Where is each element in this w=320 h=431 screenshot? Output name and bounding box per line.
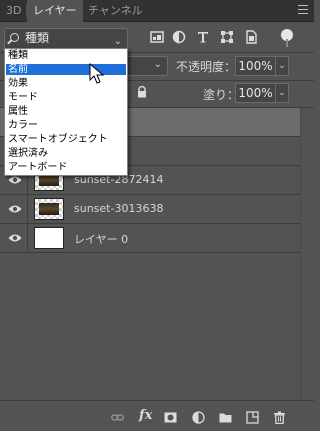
new-layer-icon[interactable] — [246, 411, 259, 424]
dropdown-item-effect[interactable]: 効果 — [6, 78, 126, 89]
pixel-layer-filter-icon[interactable] — [150, 30, 164, 44]
link-layers-icon[interactable] — [111, 411, 124, 424]
layer-name[interactable]: レイヤー 0 — [74, 231, 128, 247]
layers-scrollbar[interactable] — [300, 108, 314, 400]
dropdown-item-mode[interactable]: モード — [6, 92, 126, 103]
tab-3d[interactable]: 3D — [0, 0, 27, 22]
toggle-stem — [286, 39, 288, 47]
filter-kind-value: 種類 — [25, 31, 50, 45]
shape-layer-filter-icon[interactable] — [220, 30, 234, 44]
fx-icon[interactable]: fx — [139, 408, 152, 423]
filter-kind-select[interactable]: 種類 ⌄ — [4, 28, 128, 49]
search-icon — [10, 33, 19, 42]
opacity-input[interactable]: 100% — [235, 56, 275, 76]
adjustment-layer-filter-icon[interactable] — [172, 30, 186, 44]
eye-icon[interactable] — [8, 204, 22, 214]
visibility-separator — [27, 195, 28, 224]
layer-thumbnail — [34, 198, 64, 220]
dropdown-item-artboard[interactable]: アートボード — [6, 162, 126, 173]
chevron-down-icon: ⌄ — [153, 59, 162, 70]
filter-kind-dropdown: 種類 名前 効果 モード 属性 カラー スマートオブジェクト 選択済み アートボ… — [4, 48, 128, 176]
fill-input[interactable]: 100% — [235, 83, 275, 103]
layer-row[interactable]: レイヤー 0 — [0, 224, 300, 253]
eye-icon[interactable] — [8, 175, 22, 185]
opacity-label: 不透明度： — [176, 60, 237, 74]
tab-layers[interactable]: レイヤー — [27, 0, 83, 23]
visibility-separator — [27, 224, 28, 253]
smart-object-filter-icon[interactable] — [244, 30, 258, 44]
dropdown-item-attribute[interactable]: 属性 — [6, 106, 126, 117]
filter-toggle-switch[interactable] — [281, 29, 293, 47]
layer-name[interactable]: sunset-3013638 — [74, 202, 163, 215]
adjustment-layer-icon[interactable] — [192, 411, 205, 424]
dropdown-item-selected[interactable]: 選択済み — [6, 148, 126, 159]
panel-menu-icon[interactable] — [298, 5, 308, 14]
opacity-dropdown-button[interactable]: ⌄ — [275, 56, 289, 76]
dropdown-item-color[interactable]: カラー — [6, 120, 126, 131]
lock-all-icon[interactable] — [136, 85, 148, 98]
new-group-icon[interactable] — [219, 411, 232, 424]
layers-bottom-toolbar: fx — [0, 400, 314, 431]
type-layer-filter-icon[interactable] — [196, 30, 210, 44]
layer-thumbnail — [34, 227, 64, 249]
dropdown-item-kind[interactable]: 種類 — [6, 50, 126, 61]
eye-icon[interactable] — [8, 233, 22, 243]
trash-icon[interactable] — [273, 411, 286, 425]
tab-channels[interactable]: チャンネル — [82, 0, 149, 22]
mouse-cursor-icon — [89, 62, 105, 85]
fill-label: 塗り： — [203, 88, 240, 102]
panel-tab-bar: 3D レイヤー チャンネル — [0, 0, 314, 23]
layer-row[interactable]: sunset-3013638 — [0, 195, 300, 224]
fill-dropdown-button[interactable]: ⌄ — [275, 83, 289, 103]
dropdown-item-name[interactable]: 名前 — [6, 64, 126, 75]
dropdown-item-smart-object[interactable]: スマートオブジェクト — [6, 134, 126, 145]
add-mask-icon[interactable] — [164, 411, 177, 424]
